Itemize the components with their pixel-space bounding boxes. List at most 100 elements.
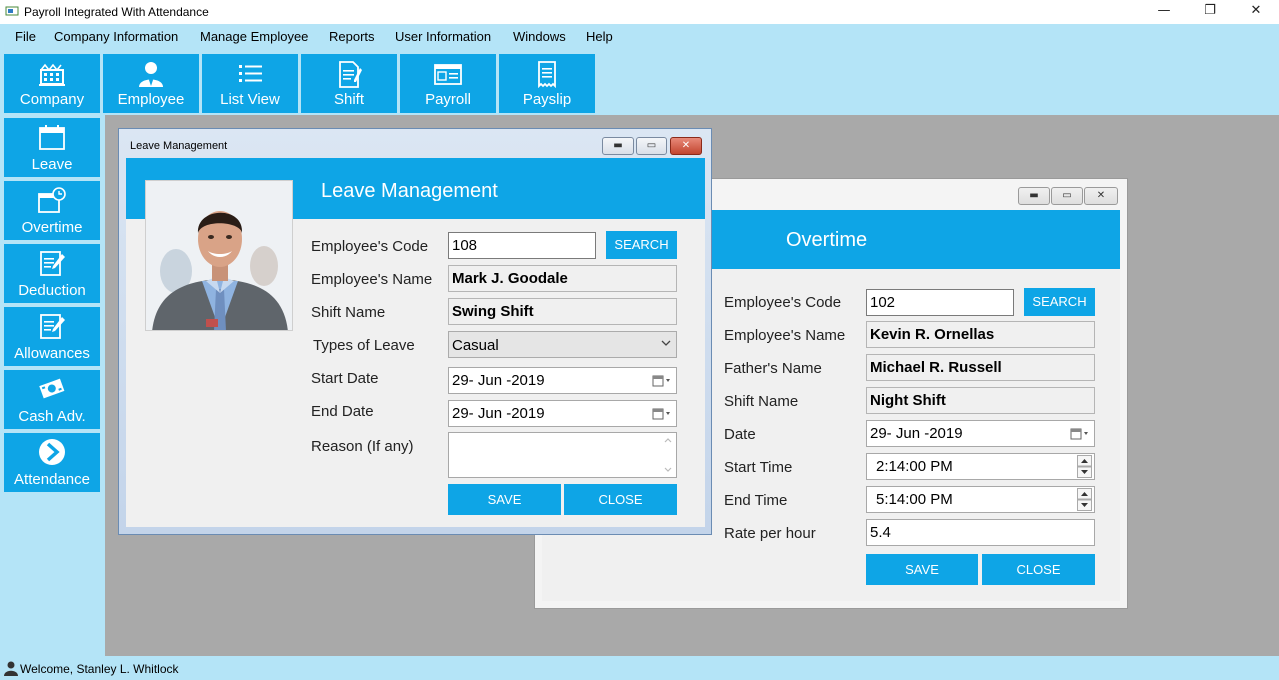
ot-end-time-input[interactable]: 5:14:00 PM <box>866 486 1095 513</box>
edit-document-icon <box>40 314 65 339</box>
leave-end-date-picker[interactable]: 29- Jun -2019 <box>448 400 677 427</box>
menu-windows[interactable]: Windows <box>513 29 566 44</box>
leave-save-button[interactable]: SAVE <box>448 484 561 515</box>
toolbar-employee-button[interactable]: Employee <box>103 54 199 113</box>
leave-reason-textarea[interactable] <box>448 432 677 478</box>
leave-start-date-picker[interactable]: 29- Jun -2019 <box>448 367 677 394</box>
leave-reason-label: Reason (If any) <box>311 438 414 455</box>
ot-rate-label: Rate per hour <box>724 525 816 542</box>
ot-father-label: Father's Name <box>724 360 822 377</box>
chevron-down-icon <box>661 340 671 346</box>
leave-management-window: Leave Management ▬ ▭ ✕ Leave Management … <box>118 128 712 535</box>
leave-minimize-button[interactable]: ▬ <box>602 137 634 155</box>
leave-restore-button[interactable]: ▭ <box>636 137 667 155</box>
sidebar-deduction-button[interactable]: Deduction <box>4 244 100 303</box>
sidebar-overtime-button[interactable]: Overtime <box>4 181 100 240</box>
sidebar: Leave Overtime Deduction Allowances Cash… <box>0 115 105 656</box>
overtime-restore-button[interactable]: ▭ <box>1051 187 1083 205</box>
toolbar-payslip-button[interactable]: Payslip <box>499 54 595 113</box>
toolbar-shift-button[interactable]: Shift <box>301 54 397 113</box>
menu-file[interactable]: File <box>15 29 36 44</box>
leave-window-title: Leave Management <box>130 140 228 152</box>
toolbar-company-label: Company <box>19 91 85 108</box>
toolbar-list-view-button[interactable]: List View <box>202 54 298 113</box>
leave-start-date-value: 29- Jun -2019 <box>452 372 545 389</box>
restore-button[interactable]: ❐ <box>1187 0 1233 24</box>
status-bar: Welcome, Stanley L. Whitlock <box>0 656 1279 680</box>
toolbar: Company Employee List View Shift Payroll… <box>0 49 1279 115</box>
calendar-dropdown-icon[interactable] <box>652 373 672 389</box>
leave-end-date-value: 29- Jun -2019 <box>452 405 545 422</box>
toolbar-shift-label: Shift <box>333 91 364 108</box>
close-button[interactable]: ✕ <box>1233 0 1279 24</box>
ot-close-button[interactable]: CLOSE <box>982 554 1095 585</box>
toolbar-company-button[interactable]: Company <box>4 54 100 113</box>
ot-start-time-input[interactable]: 2:14:00 PM <box>866 453 1095 480</box>
ot-date-value: 29- Jun -2019 <box>870 425 963 442</box>
ot-save-button[interactable]: SAVE <box>866 554 978 585</box>
app-title: Payroll Integrated With Attendance <box>24 5 209 19</box>
document-pen-icon <box>339 61 362 88</box>
minimize-button[interactable]: — <box>1141 0 1187 24</box>
leave-type-label: Types of Leave <box>313 337 415 354</box>
app-logo-icon <box>5 6 19 16</box>
calendar-dropdown-icon[interactable] <box>1070 426 1090 442</box>
menu-reports[interactable]: Reports <box>329 29 375 44</box>
sidebar-leave-button[interactable]: Leave <box>4 118 100 177</box>
scrollbar-arrows-icon[interactable] <box>663 436 673 474</box>
leave-close-button[interactable]: ✕ <box>670 137 702 155</box>
ot-date-picker[interactable]: 29- Jun -2019 <box>866 420 1095 447</box>
user-icon <box>4 661 18 676</box>
leave-code-input[interactable]: 108 <box>448 232 596 259</box>
menu-help[interactable]: Help <box>586 29 613 44</box>
leave-code-label: Employee's Code <box>311 238 429 255</box>
calendar-icon <box>39 125 65 150</box>
sidebar-cash-adv-button[interactable]: Cash Adv. <box>4 370 100 429</box>
leave-type-select[interactable]: Casual <box>448 331 677 358</box>
menu-user-information[interactable]: User Information <box>395 29 491 44</box>
menu-company-information[interactable]: Company Information <box>54 29 178 44</box>
toolbar-payroll-label: Payroll <box>425 91 471 108</box>
building-icon <box>39 63 65 86</box>
ot-end-time-value: 5:14:00 PM <box>876 491 953 508</box>
sidebar-allowances-label: Allowances <box>14 345 90 362</box>
leave-start-label: Start Date <box>311 370 379 387</box>
app-title-bar: Payroll Integrated With Attendance — ❐ ✕ <box>0 0 1279 24</box>
leave-name-field: Mark J. Goodale <box>448 265 677 292</box>
leave-type-value: Casual <box>452 337 499 354</box>
leave-end-label: End Date <box>311 403 374 420</box>
menu-manage-employee[interactable]: Manage Employee <box>200 29 308 44</box>
ot-shift-field: Night Shift <box>866 387 1095 414</box>
welcome-text: Welcome, Stanley L. Whitlock <box>20 662 179 676</box>
toolbar-employee-label: Employee <box>117 91 185 108</box>
sidebar-cash-adv-label: Cash Adv. <box>18 408 86 425</box>
ot-search-button[interactable]: SEARCH <box>1024 288 1095 316</box>
toolbar-list-view-label: List View <box>220 91 280 108</box>
toolbar-payslip-label: Payslip <box>522 91 572 108</box>
overtime-minimize-button[interactable]: ▬ <box>1018 187 1050 205</box>
toolbar-payroll-button[interactable]: Payroll <box>400 54 496 113</box>
leave-name-label: Employee's Name <box>311 271 433 288</box>
time-spinner-icon[interactable] <box>1077 455 1092 478</box>
ot-start-time-value: 2:14:00 PM <box>876 458 953 475</box>
sidebar-allowances-button[interactable]: Allowances <box>4 307 100 366</box>
leave-search-button[interactable]: SEARCH <box>606 231 677 259</box>
ot-father-field: Michael R. Russell <box>866 354 1095 381</box>
ot-code-input[interactable]: 102 <box>866 289 1014 316</box>
ot-rate-input[interactable]: 5.4 <box>866 519 1095 546</box>
ot-code-label: Employee's Code <box>724 294 842 311</box>
ot-name-label: Employee's Name <box>724 327 846 344</box>
sidebar-deduction-label: Deduction <box>18 282 86 299</box>
money-icon <box>39 378 65 399</box>
sidebar-attendance-button[interactable]: Attendance <box>4 433 100 492</box>
calendar-dropdown-icon[interactable] <box>652 406 672 422</box>
sidebar-attendance-label: Attendance <box>14 471 90 488</box>
leave-close-button-bottom[interactable]: CLOSE <box>564 484 677 515</box>
sidebar-leave-label: Leave <box>31 156 73 173</box>
ot-date-label: Date <box>724 426 756 443</box>
employee-photo <box>145 180 293 331</box>
chevron-right-circle-icon <box>39 439 65 465</box>
leave-shift-field: Swing Shift <box>448 298 677 325</box>
overtime-close-button[interactable]: ✕ <box>1084 187 1118 205</box>
time-spinner-icon[interactable] <box>1077 488 1092 511</box>
